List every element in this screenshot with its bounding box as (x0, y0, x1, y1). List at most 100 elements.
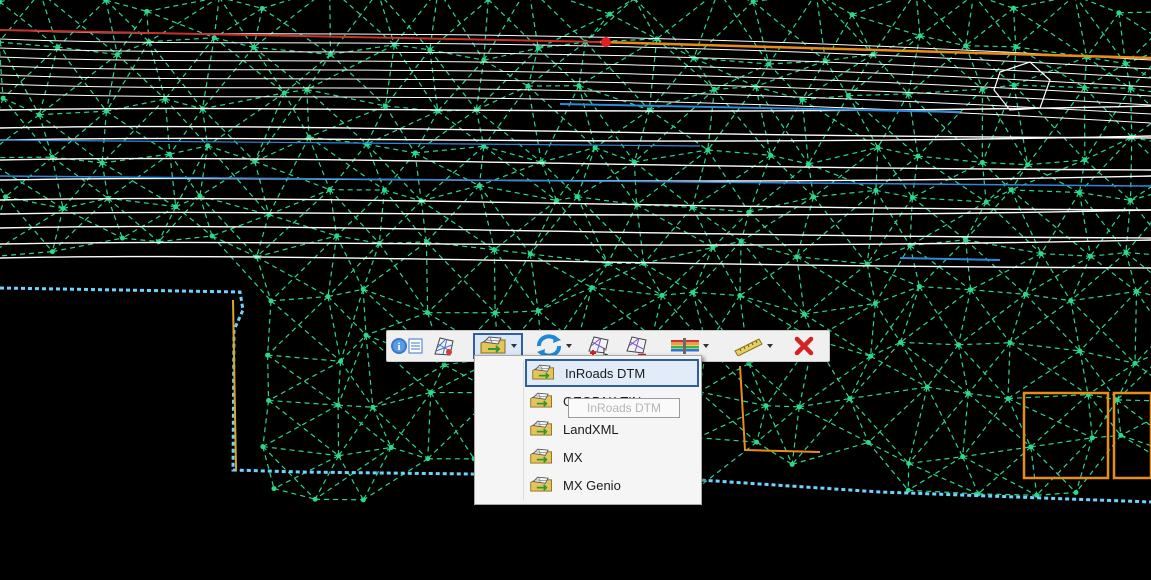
tin-vertex (705, 147, 711, 153)
tin-edge (746, 0, 754, 3)
tin-edge (578, 85, 596, 148)
tin-edge (556, 147, 596, 201)
tin-edge (1007, 342, 1011, 399)
chevron-down-icon (703, 344, 709, 348)
tin-edge (919, 285, 971, 291)
tin-edge (1025, 293, 1071, 302)
tin-edge (494, 249, 531, 255)
tin-edge (849, 355, 872, 399)
menu-item-inroads-dtm[interactable]: InRoads DTM (525, 359, 699, 387)
tin-edge (1009, 294, 1026, 343)
tin-edge (1007, 393, 1089, 400)
tin-edge (337, 405, 340, 456)
tin-vertex (0, 39, 2, 45)
tin-edge (798, 355, 871, 408)
tin-edge (148, 41, 166, 100)
tin-edge (429, 0, 438, 50)
tin-edge (1130, 199, 1151, 228)
tin-edge (1025, 255, 1091, 295)
tin-edge (105, 54, 118, 112)
menu-item-mx[interactable]: MX (525, 443, 699, 471)
tin-edge (414, 110, 439, 154)
tin-edge (824, 60, 849, 96)
tin-edge (692, 206, 750, 213)
tin-edge (414, 152, 422, 201)
tin-edge (372, 406, 392, 448)
tin-edge (363, 458, 429, 501)
tin-vertex (336, 453, 342, 459)
tin-vertex (251, 44, 257, 50)
tin-edge (566, 0, 611, 15)
tin-edge (262, 0, 292, 10)
tin-vertex (197, 193, 203, 199)
tin-edge (105, 0, 118, 55)
tin-vertex (870, 51, 876, 57)
chevron-down-icon (767, 344, 773, 348)
tin-edge (362, 288, 428, 314)
terrain-model-button[interactable] (429, 333, 459, 359)
tin-edge (909, 197, 913, 246)
svg-text:i: i (397, 341, 400, 353)
tin-edge (537, 262, 609, 312)
tin-edge (748, 363, 767, 407)
tin-edge (636, 149, 709, 206)
delete-button[interactable] (787, 333, 821, 359)
tin-edge (202, 92, 285, 110)
tin-edge (1007, 398, 1032, 448)
tin-edge (957, 344, 1009, 399)
tin-edge (609, 13, 658, 40)
tin-edge (1125, 221, 1151, 253)
tin-edge (648, 109, 709, 151)
tin-edge (1024, 253, 1042, 295)
tin-vertex (312, 496, 318, 502)
tin-vertex (209, 233, 215, 239)
tin-edge (917, 155, 983, 164)
properties-button[interactable]: i (389, 333, 425, 359)
tin-edge (918, 286, 959, 346)
tin-edge (268, 399, 339, 406)
tin-edge (268, 189, 330, 216)
tin-edge (0, 42, 40, 116)
menu-gutter (523, 360, 524, 500)
tin-edge (0, 186, 6, 198)
tin-edge (965, 7, 1014, 47)
tin-vertex (979, 159, 985, 165)
tin-vertex (360, 286, 366, 292)
tin-vertex (527, 251, 533, 257)
tin-edge (697, 437, 757, 443)
tin-edge (962, 398, 1009, 458)
tin-edge (1125, 252, 1151, 274)
tin-edge (199, 195, 213, 237)
menu-item-landxml[interactable]: LandXML (525, 415, 699, 443)
tin-edge (494, 253, 531, 314)
tin-edge (415, 145, 484, 154)
tin-edge (868, 441, 909, 464)
terrain-model-icon (434, 337, 454, 356)
measure-button[interactable] (731, 333, 775, 359)
tin-edge (106, 110, 171, 155)
tin-edge (1084, 136, 1133, 161)
tin-vertex (335, 402, 341, 408)
tin-edge (175, 206, 213, 237)
tin-edge (366, 143, 385, 191)
tin-vertex (737, 293, 743, 299)
tin-edge (366, 105, 386, 145)
tin-vertex (491, 247, 497, 253)
tin-edge (752, 1, 770, 65)
tin-edge (962, 446, 1031, 458)
tin-edge (899, 286, 921, 343)
tin-edge (268, 214, 337, 237)
tin-edge (254, 160, 330, 191)
tin-vertex (363, 332, 369, 338)
tin-edge (1013, 84, 1085, 89)
tin-edge (329, 143, 368, 191)
tin-edge (475, 109, 542, 163)
menu-item-mx-genio[interactable]: MX Genio (525, 471, 699, 499)
tin-edge (306, 89, 386, 107)
tin-vertex (845, 93, 851, 99)
tin-edge (970, 289, 1026, 295)
tin-edge (483, 145, 542, 163)
tin-vertex (589, 285, 595, 291)
tin-vertex (875, 144, 881, 150)
tin-edge (907, 456, 963, 491)
